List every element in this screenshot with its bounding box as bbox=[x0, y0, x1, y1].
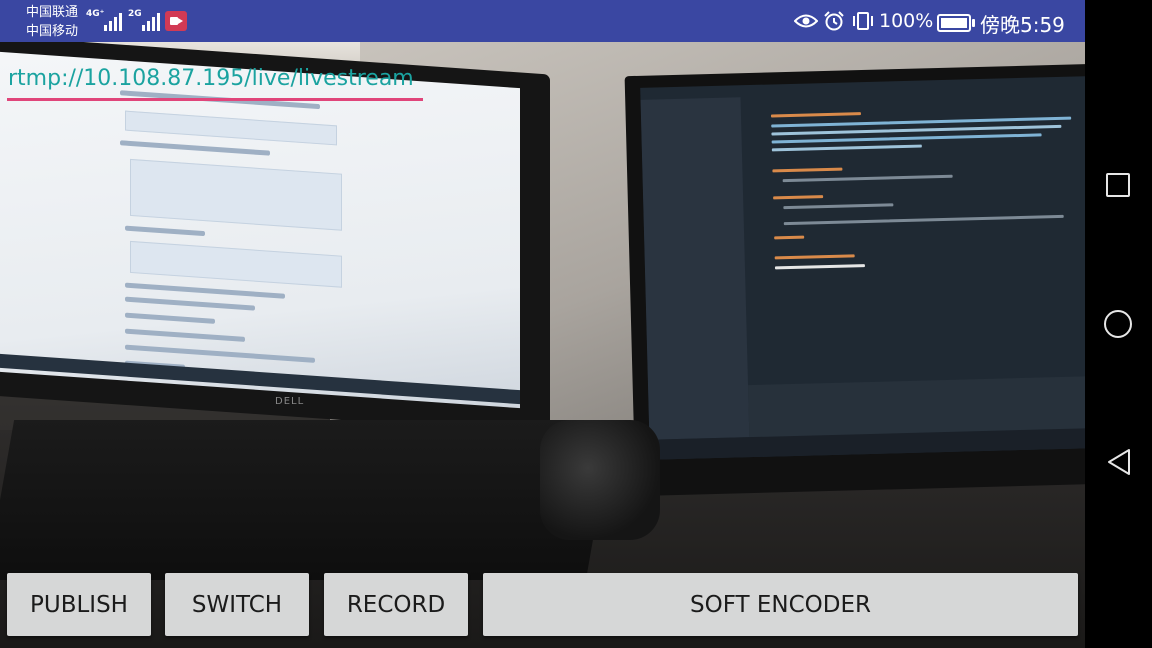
battery-percent: 100% bbox=[879, 10, 934, 32]
laptop-brand-logo: DELL bbox=[275, 396, 305, 407]
scene-cables bbox=[540, 420, 660, 540]
navigation-bar bbox=[1085, 0, 1152, 648]
vibrate-icon bbox=[853, 12, 873, 30]
soft-encoder-button[interactable]: SOFT ENCODER bbox=[483, 573, 1078, 636]
eye-icon bbox=[794, 14, 818, 28]
screen-record-icon bbox=[165, 11, 187, 31]
signal-strength-icon-1 bbox=[104, 11, 122, 31]
record-button[interactable]: RECORD bbox=[324, 573, 468, 636]
recents-square-icon[interactable] bbox=[1106, 173, 1130, 197]
scene-laptop-screen bbox=[0, 51, 520, 409]
publish-button[interactable]: PUBLISH bbox=[7, 573, 151, 636]
status-bar: 中国联通 中国移动 4G⁺ 2G 100% 傍晚5:59 bbox=[0, 0, 1085, 42]
scene-laptop-keyboard bbox=[0, 420, 615, 580]
rtmp-url-underline bbox=[7, 98, 423, 101]
scene-monitor-screen bbox=[640, 76, 1085, 460]
carrier-name-secondary: 中国移动 bbox=[26, 24, 79, 39]
rtmp-url-label: rtmp://10.108.87.195/live/livestream bbox=[8, 66, 414, 91]
alarm-icon bbox=[824, 11, 844, 31]
switch-camera-button[interactable]: SWITCH bbox=[165, 573, 309, 636]
back-triangle-icon[interactable] bbox=[1105, 447, 1133, 477]
carrier-name-primary: 中国联通 bbox=[26, 5, 79, 20]
network-type-label-2: 2G bbox=[128, 9, 142, 19]
network-type-label-1: 4G⁺ bbox=[86, 9, 105, 19]
status-clock: 傍晚5:59 bbox=[980, 13, 1065, 37]
home-circle-icon[interactable] bbox=[1104, 310, 1132, 338]
signal-strength-icon-2 bbox=[142, 11, 160, 31]
battery-icon bbox=[937, 14, 975, 32]
